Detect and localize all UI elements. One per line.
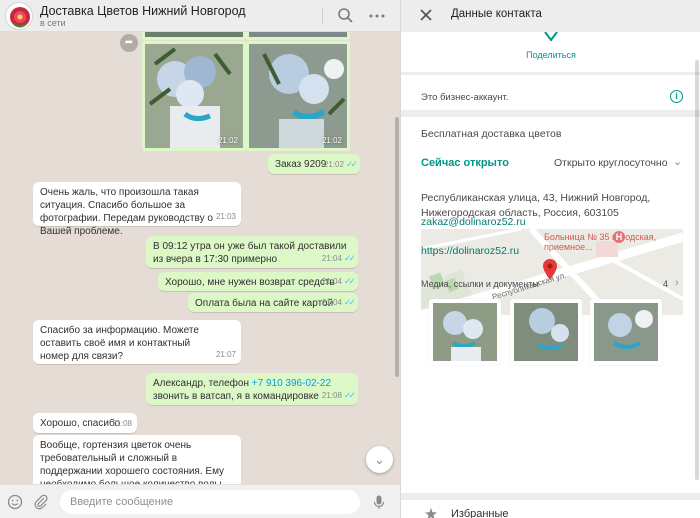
mic-icon[interactable] <box>371 494 387 510</box>
media-count: 4 <box>663 279 669 289</box>
bouquet-photo <box>594 303 658 361</box>
photo-message[interactable]: 21:02 <box>142 41 246 151</box>
info-icon[interactable]: i <box>670 90 683 103</box>
message-time: 21:04 <box>321 298 342 307</box>
read-ticks-icon: ✓✓ <box>343 390 356 400</box>
media-thumbnail[interactable] <box>590 299 662 365</box>
message-time: 21:04 <box>321 254 342 263</box>
message-bubble-incoming[interactable]: Хорошо, спасибо 21:08 <box>33 413 137 433</box>
media-thumbnail[interactable] <box>510 299 582 365</box>
message-time: 21:03 <box>215 212 236 221</box>
bouquet-photo <box>433 303 497 361</box>
message-text: В 09:12 утра он уже был такой доставили … <box>153 241 347 265</box>
chevron-down-icon: ⌄ <box>374 452 385 467</box>
photo-time: 21:02 <box>217 136 238 145</box>
message-text: Хорошо, спасибо <box>40 418 121 429</box>
business-info-card: Бесплатная доставка цветов Сейчас открыт… <box>401 117 700 493</box>
menu-dots-icon[interactable] <box>367 6 387 26</box>
email-link[interactable]: zakaz@dolinaroz52.ru <box>421 216 526 228</box>
photo-time: 21:02 <box>321 136 342 145</box>
search-icon[interactable] <box>335 6 355 26</box>
message-time: 21:07 <box>215 350 236 359</box>
message-time: 21:08 <box>111 419 132 428</box>
chat-title[interactable]: Доставка Цветов Нижний Новгород <box>40 4 246 18</box>
map-poi-label: Больница № 35 городская, приемное... <box>544 232 657 252</box>
photo-message[interactable] <box>246 32 350 40</box>
contact-header: Данные контакта <box>401 0 700 32</box>
message-bubble-outgoing[interactable]: Оплата была на сайте картой 21:04 ✓✓ <box>188 293 358 312</box>
message-bubble-outgoing[interactable]: Заказ 9209 21:02 ✓✓ <box>268 154 360 174</box>
message-bubble-outgoing[interactable]: Хорошо, мне нужен возврат средств 21:04 ✓… <box>158 272 358 291</box>
scroll-down-button[interactable]: ⌄ <box>366 446 393 473</box>
message-text: Хорошо, мне нужен возврат средств <box>165 277 335 288</box>
message-bubble-incoming[interactable]: Вообще, гортензия цветок очень требовате… <box>33 435 241 484</box>
bouquet-photo <box>145 44 243 148</box>
share-card: Поделиться <box>401 32 700 72</box>
chat-status: в сети <box>40 18 66 28</box>
forward-icon[interactable]: ➦ <box>120 34 138 52</box>
chevron-down-icon[interactable]: ⌄ <box>673 155 682 168</box>
emoji-icon[interactable] <box>7 494 23 510</box>
read-ticks-icon: ✓✓ <box>343 276 356 286</box>
contact-panel-title: Данные контакта <box>451 8 542 20</box>
bouquet-photo <box>249 32 347 37</box>
read-ticks-icon: ✓✓ <box>343 297 356 307</box>
star-icon <box>425 508 437 518</box>
open-status: Сейчас открыто <box>421 157 509 169</box>
message-input[interactable] <box>60 490 360 514</box>
message-list[interactable]: ➦ 21:02 21:02 Заказ 9209 21:02 ✓✓ Очень … <box>0 32 400 484</box>
contact-info-panel: Данные контакта Поделиться Это бизнес-ак… <box>400 0 700 518</box>
message-text: Очень жаль, что произошла такая ситуация… <box>40 187 213 237</box>
hospital-icon: H <box>613 231 625 243</box>
website-link[interactable]: https://dolinaroz52.ru <box>421 245 519 257</box>
starred-messages-label: Избранные <box>451 508 509 518</box>
message-bubble-outgoing[interactable]: Александр, телефон +7 910 396-02-22 звон… <box>146 373 358 405</box>
starred-messages-row[interactable]: Избранные <box>401 500 700 518</box>
chat-pane: Доставка Цветов Нижний Новгород в сети ➦ <box>0 0 400 518</box>
bouquet-photo <box>514 303 578 361</box>
composer <box>0 484 400 518</box>
message-bubble-incoming[interactable]: Спасибо за информацию. Можете оставить с… <box>33 320 241 364</box>
business-account-note: Это бизнес-аккаунт. <box>421 92 509 103</box>
message-time: 21:04 <box>321 277 342 286</box>
message-text: Оплата была на сайте картой <box>195 298 334 309</box>
photo-message[interactable]: 21:02 <box>246 41 350 151</box>
message-time: 21:02 <box>323 160 344 169</box>
message-text: Спасибо за информацию. Можете оставить с… <box>40 325 199 362</box>
message-text: Заказ 9209 <box>275 159 327 170</box>
photo-message[interactable] <box>142 32 246 40</box>
share-icon[interactable] <box>541 32 561 42</box>
chat-header[interactable]: Доставка Цветов Нижний Новгород в сети <box>0 0 400 32</box>
business-description: Бесплатная доставка цветов <box>421 128 562 140</box>
business-account-card: Это бизнес-аккаунт. i <box>401 75 700 110</box>
message-time: 21:08 <box>321 391 342 400</box>
attach-icon[interactable] <box>33 494 49 510</box>
bouquet-photo <box>145 32 243 37</box>
share-button[interactable]: Поделиться <box>401 50 700 60</box>
flower-logo-icon <box>10 7 30 28</box>
phone-link[interactable]: +7 910 396-02-22 <box>252 378 331 389</box>
message-text: Александр, телефон <box>153 378 252 389</box>
message-bubble-outgoing[interactable]: В 09:12 утра он уже был такой доставили … <box>146 236 358 268</box>
contact-scrollbar[interactable] <box>695 60 699 480</box>
media-section-label[interactable]: Медиа, ссылки и документы <box>421 279 539 289</box>
close-icon[interactable] <box>417 6 435 24</box>
chat-scrollbar[interactable] <box>395 117 399 377</box>
bouquet-photo <box>249 44 347 148</box>
read-ticks-icon: ✓✓ <box>343 253 356 263</box>
message-bubble-incoming[interactable]: Очень жаль, что произошла такая ситуация… <box>33 182 241 237</box>
message-text: звонить в ватсап, я в командировке <box>153 391 319 402</box>
business-hours[interactable]: Открыто круглосуточно <box>554 157 668 169</box>
avatar[interactable] <box>5 2 33 30</box>
read-ticks-icon: ✓✓ <box>345 159 358 169</box>
media-thumbnail[interactable] <box>429 299 501 365</box>
chevron-right-icon[interactable]: › <box>675 277 679 289</box>
message-text: Вообще, гортензия цветок очень требовате… <box>40 440 225 484</box>
header-divider <box>322 8 323 24</box>
